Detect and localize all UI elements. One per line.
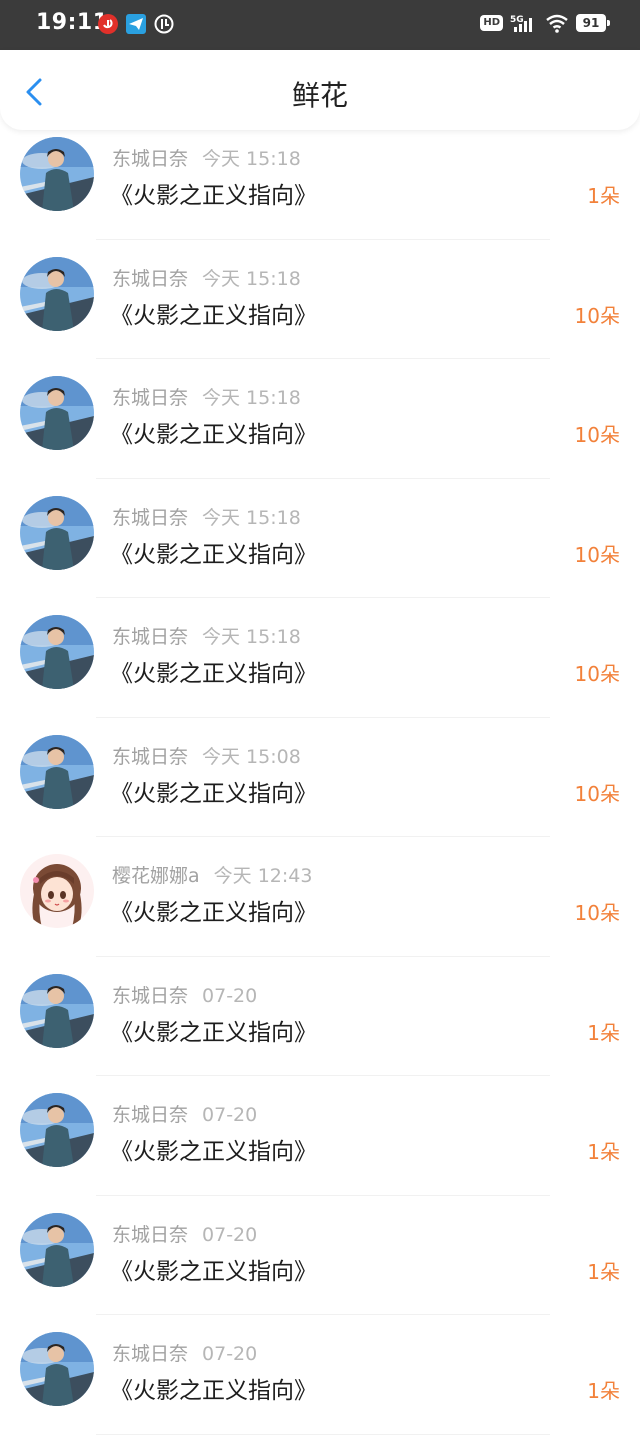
- status-bar: 19:11 HD 5G 91: [0, 0, 640, 50]
- list-item[interactable]: 东城日奈 07-20 《火影之正义指向》 1朵: [0, 957, 640, 1077]
- row-meta: 东城日奈 今天 15:18: [112, 264, 301, 291]
- row-meta: 东城日奈 今天 15:18: [112, 144, 301, 171]
- avatar[interactable]: [20, 376, 94, 450]
- work-title[interactable]: 《火影之正义指向》: [110, 654, 317, 688]
- work-title[interactable]: 《火影之正义指向》: [110, 535, 317, 569]
- list-item[interactable]: 东城日奈 07-20 《火影之正义指向》 1朵: [0, 1076, 640, 1196]
- row-meta: 东城日奈 07-20: [112, 1339, 257, 1366]
- list-item[interactable]: 东城日奈 07-20 《火影之正义指向》 1朵: [0, 1315, 640, 1435]
- flower-count: 1朵: [587, 184, 620, 208]
- flower-count: 10朵: [574, 901, 620, 925]
- list-item[interactable]: 樱花娜娜a 今天 12:43 《火影之正义指向》 10朵: [0, 837, 640, 957]
- user-name[interactable]: 东城日奈: [112, 1224, 188, 1246]
- timestamp: 今天 15:18: [202, 148, 301, 170]
- timestamp: 今天 15:18: [202, 626, 301, 648]
- user-name[interactable]: 东城日奈: [112, 1343, 188, 1365]
- avatar[interactable]: [20, 256, 94, 331]
- work-title[interactable]: 《火影之正义指向》: [110, 1371, 317, 1405]
- work-title[interactable]: 《火影之正义指向》: [110, 415, 317, 449]
- user-name[interactable]: 东城日奈: [112, 746, 188, 768]
- flower-count: 10朵: [574, 303, 620, 328]
- user-name[interactable]: 东城日奈: [112, 387, 188, 409]
- row-meta: 东城日奈 今天 15:08: [112, 742, 301, 769]
- timestamp: 今天 15:18: [202, 506, 301, 529]
- user-name[interactable]: 东城日奈: [112, 268, 188, 290]
- avatar[interactable]: [20, 1093, 94, 1167]
- row-meta: 东城日奈 07-20: [112, 981, 257, 1008]
- flower-count: 1朵: [587, 1020, 620, 1045]
- user-name[interactable]: 东城日奈: [112, 507, 188, 529]
- flower-count: 1朵: [587, 1379, 620, 1403]
- status-right-icons: HD 5G 91: [480, 13, 610, 33]
- timestamp: 07-20: [202, 1104, 258, 1126]
- flower-count: 1朵: [587, 1259, 620, 1284]
- work-title[interactable]: 《火影之正义指向》: [110, 176, 317, 210]
- network-type-text: 5G: [510, 15, 524, 25]
- avatar[interactable]: [20, 734, 94, 809]
- avatar[interactable]: [20, 137, 94, 211]
- cell-signal-icon: 5G: [510, 15, 532, 32]
- hd-icon: HD: [480, 15, 503, 31]
- battery-icon: 91: [576, 14, 610, 32]
- flower-count: 1朵: [587, 1140, 620, 1164]
- work-title[interactable]: 《火影之正义指向》: [110, 893, 317, 927]
- avatar[interactable]: [20, 1212, 94, 1287]
- netease-music-icon: [98, 14, 118, 34]
- avatar[interactable]: [20, 495, 94, 570]
- row-meta: 东城日奈 今天 15:18: [112, 622, 301, 649]
- user-name[interactable]: 东城日奈: [112, 985, 188, 1007]
- flower-count: 10朵: [574, 662, 620, 686]
- list-item[interactable]: 东城日奈 07-20 《火影之正义指向》 1朵: [0, 1196, 640, 1316]
- telegram-icon: [126, 14, 146, 34]
- list-item[interactable]: 东城日奈 今天 15:18 《火影之正义指向》 10朵: [0, 479, 640, 599]
- list-item[interactable]: 东城日奈 今天 15:08 《火影之正义指向》 10朵: [0, 718, 640, 838]
- timestamp: 今天 15:18: [202, 267, 301, 290]
- header-bar: 鲜花: [0, 50, 640, 130]
- list-item[interactable]: 东城日奈 今天 15:18 《火影之正义指向》 10朵: [0, 598, 640, 718]
- list-item[interactable]: 东城日奈 今天 15:18 《火影之正义指向》 10朵: [0, 240, 640, 360]
- timestamp: 07-20: [202, 1223, 258, 1246]
- avatar[interactable]: [20, 973, 94, 1048]
- app-circle-icon: [154, 14, 174, 34]
- row-meta: 东城日奈 今天 15:18: [112, 503, 301, 530]
- row-meta: 东城日奈 今天 15:18: [112, 383, 301, 410]
- work-title[interactable]: 《火影之正义指向》: [110, 774, 317, 808]
- flower-count: 10朵: [574, 423, 620, 447]
- work-title[interactable]: 《火影之正义指向》: [110, 1252, 317, 1286]
- flower-list: 东城日奈 今天 15:18 《火影之正义指向》 1朵 东城日奈 今天 15:18 《…: [0, 120, 640, 1435]
- avatar[interactable]: [20, 615, 94, 689]
- timestamp: 07-20: [202, 984, 258, 1007]
- user-name[interactable]: 东城日奈: [112, 626, 188, 648]
- work-title[interactable]: 《火影之正义指向》: [110, 1013, 317, 1047]
- list-item[interactable]: 东城日奈 今天 15:18 《火影之正义指向》 10朵: [0, 359, 640, 479]
- wifi-icon: [546, 14, 568, 33]
- timestamp: 今天 15:18: [202, 387, 301, 409]
- user-name[interactable]: 东城日奈: [112, 1104, 188, 1126]
- timestamp: 今天 15:08: [202, 745, 301, 768]
- timestamp: 今天 12:43: [213, 865, 313, 887]
- timestamp: 07-20: [202, 1343, 258, 1365]
- flower-count: 10朵: [574, 542, 620, 567]
- avatar[interactable]: [20, 1332, 94, 1406]
- work-title[interactable]: 《火影之正义指向》: [110, 1132, 317, 1166]
- page-title: 鲜花: [291, 79, 348, 112]
- notification-icons: [98, 14, 174, 34]
- user-name[interactable]: 东城日奈: [112, 148, 188, 170]
- list-item[interactable]: 东城日奈 今天 15:18 《火影之正义指向》 1朵: [0, 120, 640, 240]
- user-name[interactable]: 樱花娜娜a: [112, 865, 200, 887]
- work-title[interactable]: 《火影之正义指向》: [110, 296, 317, 330]
- row-meta: 樱花娜娜a 今天 12:43: [112, 861, 312, 888]
- row-meta: 东城日奈 07-20: [112, 1220, 257, 1247]
- flower-count: 10朵: [574, 781, 620, 806]
- row-meta: 东城日奈 07-20: [112, 1100, 257, 1127]
- avatar[interactable]: [20, 854, 94, 928]
